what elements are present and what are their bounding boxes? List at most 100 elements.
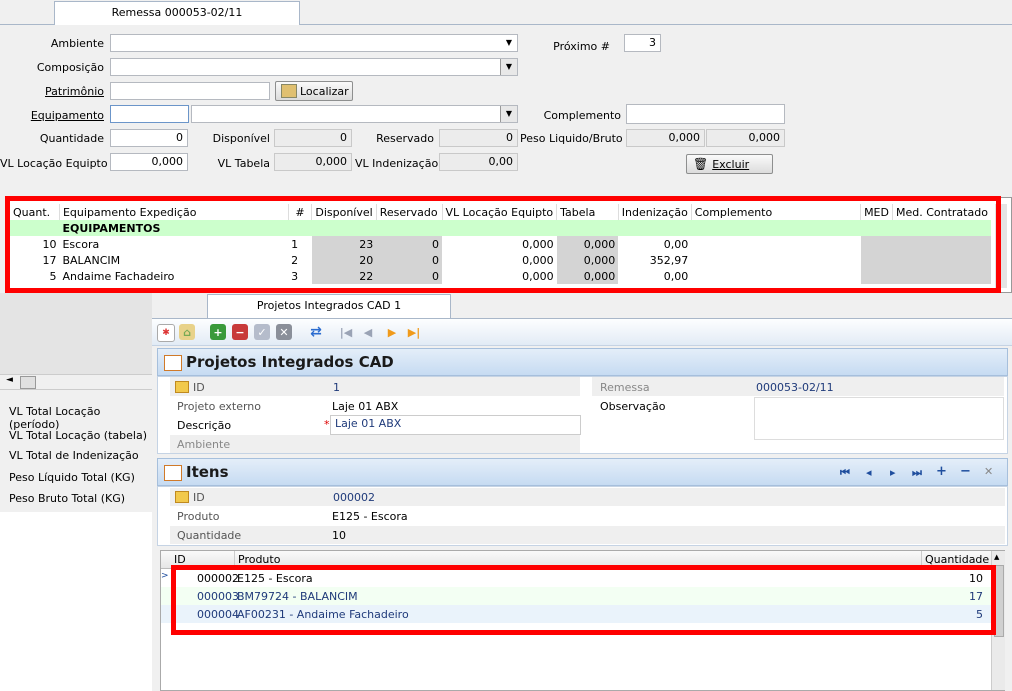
- itens-grid-header: ID Produto Quantidade: [161, 551, 991, 569]
- equipamento-code-input[interactable]: [110, 105, 189, 123]
- row-produto: E125 - Escora: [237, 572, 313, 585]
- prev-item-icon[interactable]: ◂: [866, 466, 872, 479]
- col-med-contratado[interactable]: Med. Contratado: [892, 204, 991, 220]
- col-vl[interactable]: VL Locação Equipto: [442, 204, 558, 220]
- ambiente-combo[interactable]: ▼: [110, 34, 518, 52]
- left-panel-empty: [0, 293, 152, 375]
- next-record-icon[interactable]: ▶: [384, 324, 400, 340]
- row-id: 000004: [197, 608, 239, 621]
- complemento-input[interactable]: [626, 104, 785, 124]
- last-item-icon[interactable]: ⏭: [912, 466, 922, 480]
- itens-quantidade-value: 10: [332, 529, 346, 542]
- itens-section-title: Itens: [186, 463, 229, 481]
- cell: 0: [376, 268, 443, 284]
- chevron-down-icon[interactable]: ▼: [500, 106, 517, 122]
- observacao-label: Observação: [600, 400, 666, 413]
- patrimonio-input[interactable]: [110, 82, 270, 100]
- table-row[interactable]: 000003 BM79724 - BALANCIM 17: [161, 587, 991, 605]
- cell: 20: [311, 252, 377, 268]
- col-ind[interactable]: Indenização: [618, 204, 692, 220]
- equip-grid: Quant. Equipamento Expedição # Disponíve…: [10, 204, 991, 284]
- vl-locacao-input[interactable]: 0,000: [110, 153, 188, 171]
- col-comp[interactable]: Complemento: [691, 204, 862, 220]
- grid-col-quantidade[interactable]: Quantidade: [921, 551, 993, 568]
- grid-col-id[interactable]: ID: [174, 553, 186, 566]
- table-row[interactable]: 5 Andaime Fachadeiro 3 22 0 0,000 0,000 …: [10, 268, 991, 284]
- chevron-down-icon[interactable]: ▼: [500, 59, 517, 75]
- add-icon[interactable]: +: [210, 324, 226, 340]
- group-row[interactable]: EQUIPAMENTOS: [10, 220, 991, 236]
- remove-item-icon[interactable]: −: [960, 464, 971, 479]
- equipamento-label: Equipamento: [30, 109, 104, 122]
- table-row[interactable]: > 000002 E125 - Escora 10: [161, 569, 991, 587]
- grid-col-produto[interactable]: Produto: [234, 551, 280, 568]
- row-produto: AF00231 - Andaime Fachadeiro: [237, 608, 409, 621]
- confirm-icon[interactable]: ✓: [254, 324, 270, 340]
- new-record-icon[interactable]: ✱: [157, 324, 175, 342]
- projeto-externo-value: Laje 01 ABX: [332, 400, 399, 413]
- key-icon: [175, 381, 189, 393]
- itens-quantidade-label: Quantidade: [177, 529, 242, 542]
- vl-locacao-label: VL Locação Equipto: [0, 157, 108, 170]
- close-item-icon[interactable]: ✕: [984, 465, 993, 478]
- first-record-icon[interactable]: |◀: [338, 324, 354, 340]
- excluir-label: Excluir: [712, 157, 750, 171]
- add-item-icon[interactable]: +: [936, 464, 947, 479]
- scroll-up-icon[interactable]: ▲: [994, 553, 999, 561]
- cancel-icon[interactable]: ✕: [276, 324, 292, 340]
- col-quant[interactable]: Quant.: [10, 204, 60, 220]
- cad-section-title: Projetos Integrados CAD: [186, 353, 394, 371]
- col-med[interactable]: MED: [860, 204, 893, 220]
- col-tab[interactable]: Tabela: [556, 204, 619, 220]
- last-record-icon[interactable]: ▶|: [406, 324, 422, 340]
- next-item-icon[interactable]: ▸: [890, 466, 896, 479]
- remove-icon[interactable]: −: [232, 324, 248, 340]
- itens-produto-label: Produto: [177, 510, 220, 523]
- scroll-thumb[interactable]: [994, 565, 1004, 637]
- col-disp[interactable]: Disponível: [311, 204, 377, 220]
- prev-record-icon[interactable]: ◀: [360, 324, 376, 340]
- row-qtd: 5: [976, 608, 983, 621]
- proximo-input[interactable]: 3: [624, 34, 661, 52]
- cell: 0,000: [442, 268, 557, 284]
- first-item-icon[interactable]: ⏮: [840, 466, 850, 480]
- cell: 5: [10, 268, 60, 284]
- table-row[interactable]: 17 BALANCIM 2 20 0 0,000 0,000 352,97: [10, 252, 991, 268]
- lock-icon[interactable]: ⌂: [179, 324, 195, 340]
- horizontal-scrollbar[interactable]: ◄: [0, 374, 152, 390]
- cad-id-row: [170, 377, 580, 396]
- scroll-thumb[interactable]: [20, 376, 36, 389]
- cell: 0,000: [556, 268, 619, 284]
- table-icon: [164, 465, 182, 481]
- observacao-input[interactable]: [754, 397, 1004, 440]
- cell: Escora: [59, 236, 289, 252]
- table-icon: [164, 355, 182, 371]
- disponivel-label: Disponível: [212, 132, 270, 145]
- vl-indenizacao-label: VL Indenização: [355, 157, 439, 170]
- col-num[interactable]: #: [288, 204, 313, 220]
- tab-projetos-cad[interactable]: Projetos Integrados CAD 1: [207, 294, 451, 318]
- table-row[interactable]: 000004 AF00231 - Andaime Fachadeiro 5: [161, 605, 991, 623]
- projeto-externo-label: Projeto externo: [177, 400, 262, 413]
- table-row[interactable]: 10 Escora 1 23 0 0,000 0,000 0,00: [10, 236, 991, 252]
- composicao-combo[interactable]: ▼: [110, 58, 518, 76]
- descricao-input[interactable]: Laje 01 ABX: [330, 415, 581, 435]
- equip-grid-scrollbar[interactable]: [995, 204, 1007, 288]
- excluir-button[interactable]: 🗑 Excluir: [686, 154, 773, 174]
- scroll-left-icon[interactable]: ◄: [6, 375, 13, 385]
- tab-remessa[interactable]: Remessa 000053-02/11: [54, 1, 300, 25]
- itens-grid-scrollbar[interactable]: ▲: [991, 551, 1005, 690]
- localizar-button[interactable]: Localizar: [275, 81, 353, 101]
- equipamento-combo[interactable]: ▼: [191, 105, 518, 123]
- col-equip[interactable]: Equipamento Expedição: [59, 204, 289, 220]
- cell: 22: [311, 268, 377, 284]
- peso-liquido-total-label: Peso Líquido Total (KG): [9, 471, 135, 484]
- proximo-label: Próximo #: [553, 40, 610, 53]
- refresh-icon[interactable]: ⇄: [308, 324, 324, 340]
- quantidade-input[interactable]: 0: [110, 129, 188, 147]
- chevron-down-icon[interactable]: ▼: [501, 35, 517, 51]
- cell: 352,97: [618, 252, 692, 268]
- cell: 0,00: [618, 236, 692, 252]
- remessa-label: Remessa: [600, 381, 650, 394]
- col-res[interactable]: Reservado: [376, 204, 443, 220]
